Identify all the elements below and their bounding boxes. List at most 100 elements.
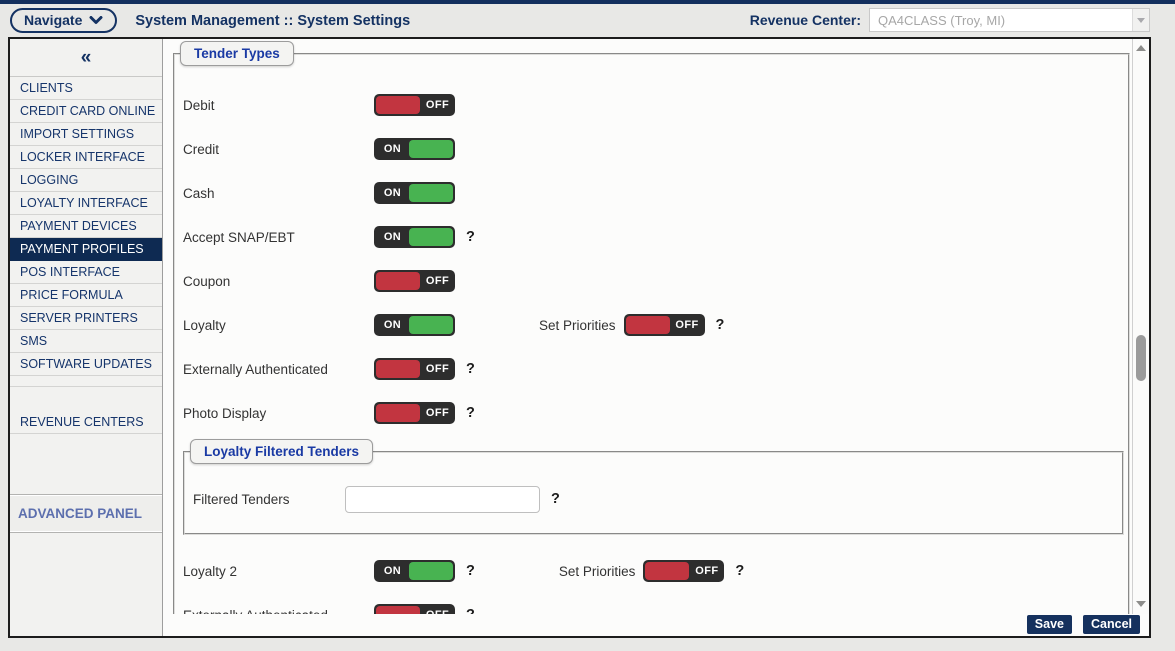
toggle-accept-snap-ebt[interactable]: ON: [374, 226, 455, 248]
tender-rows-bottom: Loyalty 2ON?Set PrioritiesOFF?Externally…: [175, 549, 1128, 614]
toggle-knob: [409, 316, 453, 334]
help-icon[interactable]: ?: [716, 317, 725, 333]
main-panel: Tender Types DebitOFFCreditONCashONAccep…: [163, 39, 1149, 636]
toggle-state-label: ON: [374, 182, 411, 204]
help-icon[interactable]: ?: [466, 361, 475, 377]
toggle-loyalty-2[interactable]: ON: [374, 560, 455, 582]
toggle-state-label: ON: [374, 560, 411, 582]
help-icon[interactable]: ?: [466, 229, 475, 245]
toggle-photo-display[interactable]: OFF: [374, 402, 455, 424]
help-icon[interactable]: ?: [466, 607, 475, 614]
sidebar-collapse-button[interactable]: «: [10, 39, 162, 77]
navigate-button[interactable]: Navigate: [10, 8, 117, 33]
toggle-knob: [376, 96, 420, 114]
tender-rows-top: DebitOFFCreditONCashONAccept SNAP/EBTON?…: [175, 83, 1128, 435]
save-button[interactable]: Save: [1027, 615, 1072, 634]
toggle-state-label: OFF: [420, 358, 455, 380]
setting-label: Cash: [175, 186, 374, 201]
toggle-state-label: OFF: [420, 604, 455, 614]
sidebar-item-credit-card-online[interactable]: CREDIT CARD ONLINE: [10, 100, 162, 123]
scrollbar-thumb[interactable]: [1136, 335, 1146, 381]
setting-row: CreditON: [175, 127, 1128, 171]
tender-types-legend: Tender Types: [180, 41, 294, 66]
revenue-center-label: Revenue Center:: [750, 12, 861, 28]
setting-label: Loyalty: [175, 318, 374, 333]
revenue-center-value: QA4CLASS (Troy, MI): [870, 13, 1005, 28]
setting-row: Photo DisplayOFF?: [175, 391, 1128, 435]
app-header: Navigate System Management :: System Set…: [0, 4, 1175, 37]
setting-row: CashON: [175, 171, 1128, 215]
revenue-center-select[interactable]: QA4CLASS (Troy, MI): [869, 8, 1150, 32]
sidebar: « CLIENTSCREDIT CARD ONLINEIMPORT SETTIN…: [10, 39, 163, 636]
collapse-chevrons-icon: «: [81, 47, 92, 69]
main-content-row: Tender Types DebitOFFCreditONCashONAccep…: [163, 39, 1149, 614]
toggle-knob: [626, 316, 670, 334]
chevron-down-icon: [1137, 18, 1145, 23]
toggle-state-label: ON: [374, 138, 411, 160]
toggle-externally-authenticated[interactable]: OFF: [374, 604, 455, 614]
setting-label: Externally Authenticated: [175, 608, 374, 615]
cancel-button[interactable]: Cancel: [1083, 615, 1140, 634]
sidebar-item-sms[interactable]: SMS: [10, 330, 162, 353]
toggle-state-label: OFF: [670, 314, 705, 336]
toggle-cash[interactable]: ON: [374, 182, 455, 204]
help-icon[interactable]: ?: [551, 491, 560, 507]
toggle-externally-authenticated[interactable]: OFF: [374, 358, 455, 380]
toggle-knob: [409, 140, 453, 158]
toggle-knob: [409, 562, 453, 580]
page-title: System Management :: System Settings: [135, 13, 410, 29]
sidebar-item-logging[interactable]: LOGGING: [10, 169, 162, 192]
sidebar-item-server-printers[interactable]: SERVER PRINTERS: [10, 307, 162, 330]
setting-row: Accept SNAP/EBTON?: [175, 215, 1128, 259]
toggle-knob: [409, 184, 453, 202]
sidebar-item-revenue-centers[interactable]: REVENUE CENTERS: [10, 411, 162, 434]
scrollbar-up-arrow-icon[interactable]: [1136, 45, 1146, 51]
vertical-scrollbar[interactable]: [1132, 39, 1149, 614]
toggle-loyalty[interactable]: ON: [374, 314, 455, 336]
secondary-setting-label: Set Priorities: [559, 564, 636, 579]
sidebar-item-payment-profiles[interactable]: PAYMENT PROFILES: [10, 238, 162, 261]
action-bar: Save Cancel: [163, 614, 1149, 635]
toggle-loyalty-2-set-priorities[interactable]: OFF: [643, 560, 724, 582]
navigate-button-label: Navigate: [24, 12, 82, 28]
content-frame: « CLIENTSCREDIT CARD ONLINEIMPORT SETTIN…: [8, 37, 1151, 638]
advanced-panel-button[interactable]: ADVANCED PANEL: [10, 494, 162, 533]
sidebar-item-price-formula[interactable]: PRICE FORMULA: [10, 284, 162, 307]
sidebar-nav: CLIENTSCREDIT CARD ONLINEIMPORT SETTINGS…: [10, 77, 162, 376]
filtered-tenders-row: Filtered Tenders ?: [185, 479, 1122, 519]
help-icon[interactable]: ?: [466, 563, 475, 579]
sidebar-item-payment-devices[interactable]: PAYMENT DEVICES: [10, 215, 162, 238]
secondary-setting-label: Set Priorities: [539, 318, 616, 333]
setting-row: Loyalty 2ON?Set PrioritiesOFF?: [175, 549, 1128, 593]
filtered-tenders-input[interactable]: [345, 486, 540, 513]
setting-row: Externally AuthenticatedOFF?: [175, 347, 1128, 391]
toggle-state-label: OFF: [420, 402, 455, 424]
sidebar-item-pos-interface[interactable]: POS INTERFACE: [10, 261, 162, 284]
toggle-coupon[interactable]: OFF: [374, 270, 455, 292]
settings-viewport: Tender Types DebitOFFCreditONCashONAccep…: [163, 39, 1132, 614]
tender-types-fieldset: Tender Types DebitOFFCreditONCashONAccep…: [173, 53, 1130, 614]
chevron-down-icon: [89, 16, 103, 25]
sidebar-item-software-updates[interactable]: SOFTWARE UPDATES: [10, 353, 162, 376]
toggle-debit[interactable]: OFF: [374, 94, 455, 116]
setting-label: Accept SNAP/EBT: [175, 230, 374, 245]
toggle-state-label: ON: [374, 226, 411, 248]
sidebar-item-locker-interface[interactable]: LOCKER INTERFACE: [10, 146, 162, 169]
loyalty-filtered-tenders-legend: Loyalty Filtered Tenders: [190, 439, 373, 464]
help-icon[interactable]: ?: [466, 405, 475, 421]
sidebar-item-import-settings[interactable]: IMPORT SETTINGS: [10, 123, 162, 146]
toggle-knob: [376, 606, 420, 614]
setting-row: LoyaltyON Set Priorities OFF?: [175, 303, 1128, 347]
scrollbar-down-arrow-icon[interactable]: [1136, 601, 1146, 607]
setting-row: Externally Authenticated OFF?: [175, 593, 1128, 614]
toggle-credit[interactable]: ON: [374, 138, 455, 160]
setting-label: Credit: [175, 142, 374, 157]
toggle-loyalty-set-priorities[interactable]: OFF: [624, 314, 705, 336]
help-icon[interactable]: ?: [735, 563, 744, 579]
toggle-knob: [376, 272, 420, 290]
filtered-tenders-label: Filtered Tenders: [185, 492, 345, 507]
setting-label: Coupon: [175, 274, 374, 289]
sidebar-item-loyalty-interface[interactable]: LOYALTY INTERFACE: [10, 192, 162, 215]
toggle-state-label: OFF: [689, 560, 724, 582]
sidebar-item-clients[interactable]: CLIENTS: [10, 77, 162, 100]
